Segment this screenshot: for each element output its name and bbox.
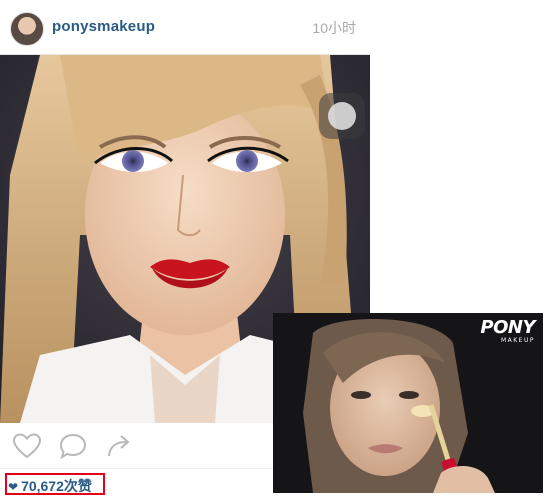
pony-makeup-logo: PONY MAKEUP xyxy=(480,319,535,345)
inset-video-frame: PONY MAKEUP xyxy=(273,313,543,493)
likes-count[interactable]: ❤ 70,672次赞 xyxy=(8,476,92,496)
avatar[interactable] xyxy=(10,12,44,46)
comment-icon[interactable] xyxy=(58,432,88,460)
share-icon[interactable] xyxy=(104,432,134,460)
brand-subtitle: MAKEUP xyxy=(500,337,535,344)
assistive-touch-button[interactable] xyxy=(319,93,365,139)
heart-icon: ❤ xyxy=(8,480,19,494)
heart-outline-icon[interactable] xyxy=(12,432,42,460)
post-header: ponysmakeup 10小时 xyxy=(0,0,370,55)
post-timestamp: 10小时 xyxy=(312,20,356,36)
username[interactable]: ponysmakeup xyxy=(52,18,155,35)
brand-name: PONY xyxy=(480,317,535,338)
assistive-touch-dot xyxy=(328,102,356,130)
likes-count-text: 70,672次赞 xyxy=(21,478,92,494)
